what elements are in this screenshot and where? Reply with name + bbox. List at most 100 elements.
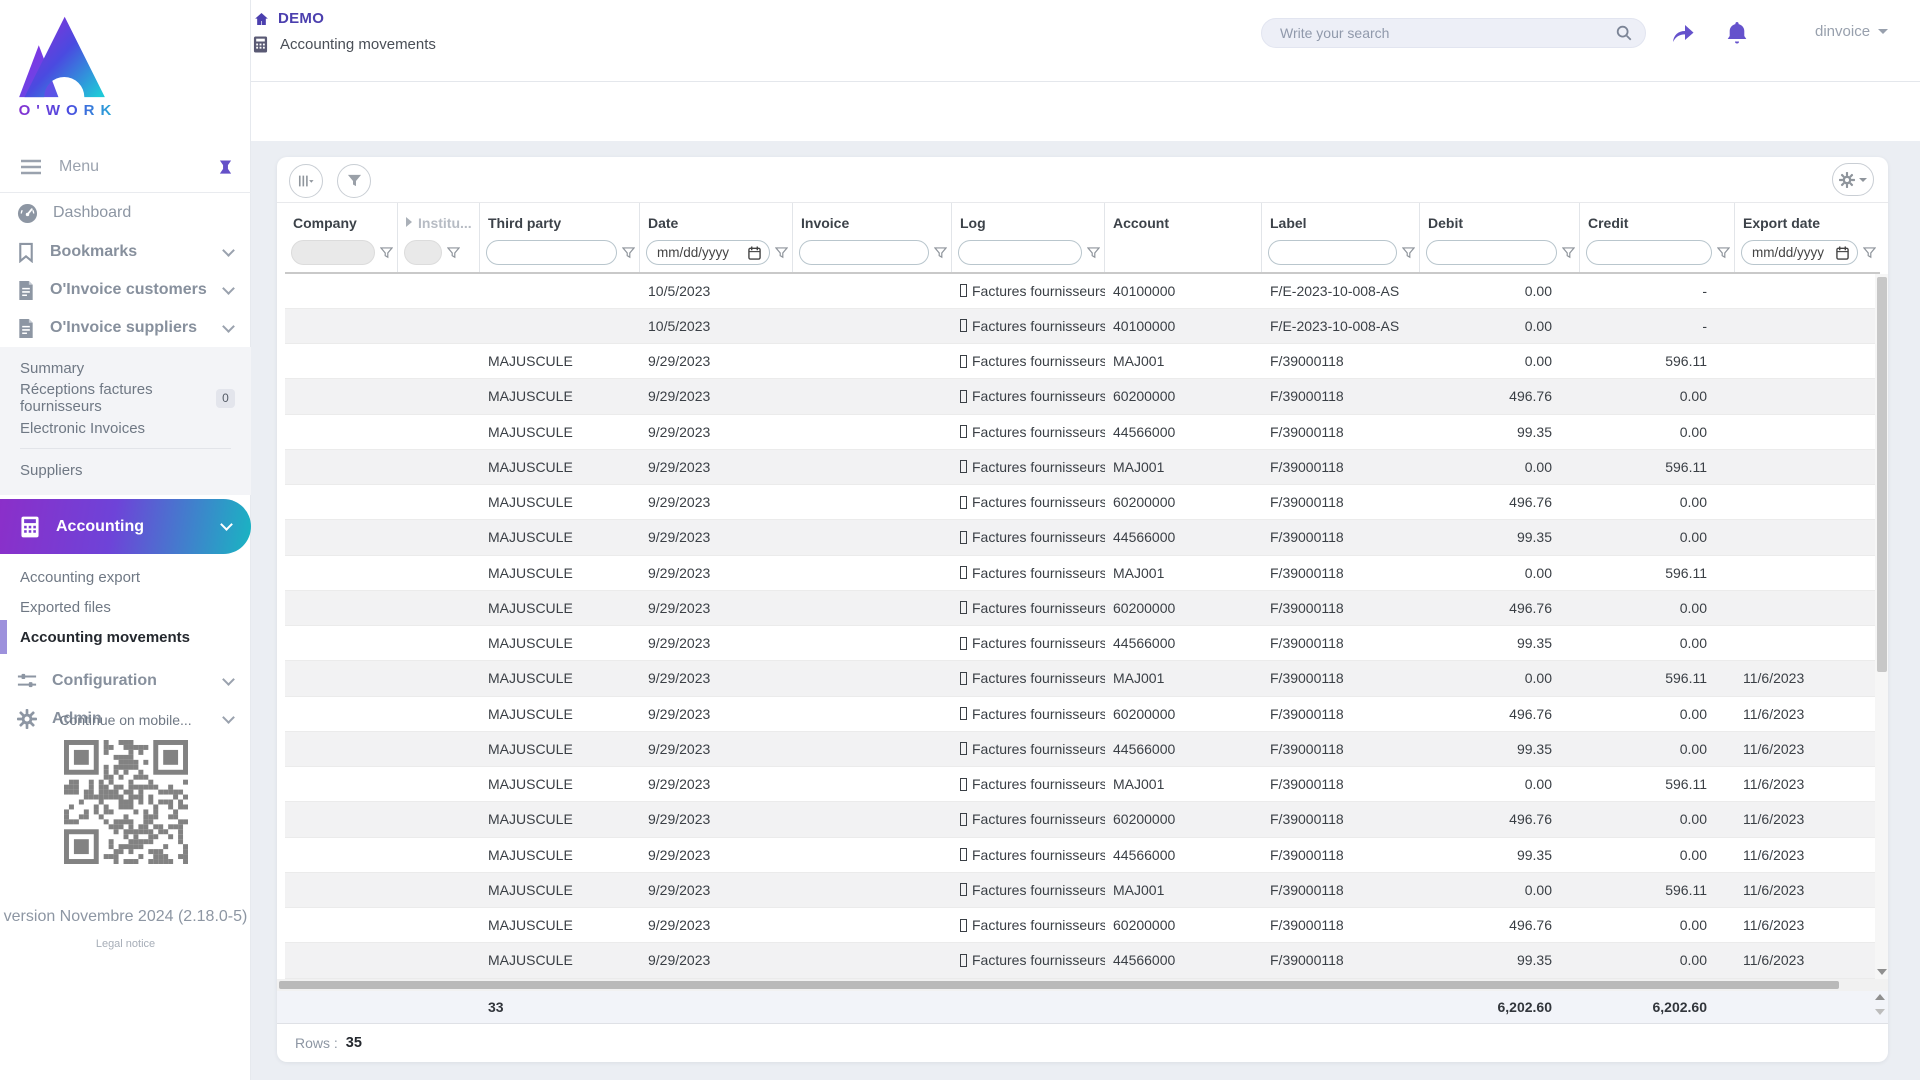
label-filter-input[interactable]: [1268, 240, 1397, 265]
sidebar-item-dashboard[interactable]: Dashboard: [0, 193, 251, 233]
table-row[interactable]: MAJUSCULE 9/29/2023 Factures fournisseurs 4…: [285, 943, 1880, 979]
invoice-filter-input[interactable]: [799, 240, 929, 265]
debit-filter-input[interactable]: [1426, 240, 1557, 265]
log-filter-input[interactable]: [958, 240, 1082, 265]
export-date-filter-input[interactable]: mm/dd/yyyy: [1741, 240, 1858, 265]
cell-export_date: 11/6/2023: [1743, 670, 1805, 687]
columns-button[interactable]: [289, 164, 323, 198]
scroll-down-icon[interactable]: [1877, 968, 1887, 975]
funnel-icon[interactable]: [1087, 246, 1100, 259]
column-header-export-date[interactable]: Export date: [1735, 203, 1880, 233]
scroll-up-icon[interactable]: [1875, 993, 1885, 1000]
sidebar-item-electronic-invoices[interactable]: Electronic Invoices: [0, 413, 251, 443]
missing-glyph-icon: [960, 777, 967, 791]
table-row[interactable]: MAJUSCULE 9/29/2023 Factures fournisseurs 4…: [285, 838, 1880, 873]
total-company: [285, 991, 398, 1024]
calendar-icon[interactable]: [1836, 246, 1849, 260]
sidebar-item-exported-files[interactable]: Exported files: [0, 592, 251, 622]
share-icon[interactable]: [1666, 16, 1700, 50]
table-row[interactable]: MAJUSCULE 9/29/2023 Factures fournisseurs 4…: [285, 731, 1880, 767]
funnel-icon[interactable]: [934, 246, 947, 259]
funnel-icon[interactable]: [1717, 246, 1730, 259]
table-row[interactable]: MAJUSCULE 9/29/2023 Factures fournisseurs M…: [285, 661, 1880, 697]
sidebar-item-suppliers[interactable]: Suppliers: [0, 455, 251, 485]
scrollbar-thumb[interactable]: [279, 980, 1839, 989]
column-header-label[interactable]: Label: [1262, 203, 1420, 233]
legal-notice-link[interactable]: Legal notice: [0, 938, 251, 950]
table-row[interactable]: 10/5/2023 Factures fournisseurs 40100000 F/…: [285, 274, 1880, 309]
sidebar-item-summary[interactable]: Summary: [0, 353, 251, 383]
table-row[interactable]: MAJUSCULE 9/29/2023 Factures fournisseurs M…: [285, 872, 1880, 908]
rows-count: 35: [345, 1035, 362, 1051]
column-header-debit[interactable]: Debit: [1420, 203, 1580, 233]
sidebar-item-configuration[interactable]: Configuration: [0, 662, 251, 700]
sidebar-item-label: Summary: [20, 359, 85, 377]
table-row[interactable]: 10/5/2023 Factures fournisseurs 40100000 F/…: [285, 308, 1880, 344]
sidebar-item-accounting[interactable]: Accounting: [0, 499, 251, 554]
column-header-company[interactable]: Company: [285, 203, 398, 233]
table-row[interactable]: MAJUSCULE 9/29/2023 Factures fournisseurs 6…: [285, 802, 1880, 838]
sidebar-item-label: Accounting: [56, 517, 144, 535]
funnel-icon[interactable]: [1562, 246, 1575, 259]
filter-button[interactable]: [337, 164, 371, 198]
table-row[interactable]: MAJUSCULE 9/29/2023 Factures fournisseurs M…: [285, 556, 1880, 591]
cell-date: 9/29/2023: [648, 952, 711, 969]
column-header-date[interactable]: Date: [640, 203, 793, 233]
table-settings-button[interactable]: [1832, 163, 1874, 196]
table-row[interactable]: MAJUSCULE 9/29/2023 Factures fournisseurs 4…: [285, 520, 1880, 556]
column-expand-icon[interactable]: [406, 217, 412, 227]
hamburger-icon[interactable]: [20, 159, 42, 175]
filter-institution: [398, 233, 480, 272]
cell-debit: 0.00: [1524, 564, 1552, 581]
sidebar-item-oinvoice-customers[interactable]: O'Invoice customers: [0, 271, 251, 309]
column-header-third-party[interactable]: Third party: [480, 203, 640, 233]
sidebar-item-accounting-export[interactable]: Accounting export: [0, 562, 251, 592]
horizontal-scrollbar[interactable]: [277, 978, 1888, 991]
table-row[interactable]: MAJUSCULE 9/29/2023 Factures fournisseurs 6…: [285, 485, 1880, 521]
chevron-down-icon: [222, 672, 235, 686]
sidebar-item-accounting-movements[interactable]: Accounting movements: [0, 620, 251, 654]
sidebar-item-receptions[interactable]: Réceptions factures fournisseurs 0: [0, 381, 251, 415]
sidebar-item-oinvoice-suppliers[interactable]: O'Invoice suppliers: [0, 309, 251, 347]
funnel-icon[interactable]: [380, 246, 393, 259]
cell-date: 10/5/2023: [648, 282, 711, 299]
column-header-account[interactable]: Account: [1105, 203, 1262, 233]
column-header-credit[interactable]: Credit: [1580, 203, 1735, 233]
column-header-institution[interactable]: Institu...: [398, 203, 480, 233]
scroll-down-icon[interactable]: [1875, 1008, 1885, 1015]
table-row[interactable]: MAJUSCULE 9/29/2023 Factures fournisseurs M…: [285, 767, 1880, 803]
pin-icon[interactable]: [218, 159, 233, 175]
table-row[interactable]: MAJUSCULE 9/29/2023 Factures fournisseurs 6…: [285, 908, 1880, 944]
funnel-icon[interactable]: [447, 246, 460, 259]
funnel-icon[interactable]: [1863, 246, 1876, 259]
user-menu[interactable]: dinvoice: [1815, 16, 1889, 46]
funnel-icon[interactable]: [775, 246, 788, 259]
cell-export_date: [1735, 379, 1880, 413]
scrollbar-thumb[interactable]: [1876, 276, 1887, 672]
breadcrumb[interactable]: DEMO: [253, 10, 324, 27]
cell-credit: 0.00: [1679, 917, 1707, 934]
cell-invoice: [793, 661, 952, 695]
column-header-log[interactable]: Log: [952, 203, 1105, 233]
cell-export_date: 11/6/2023: [1743, 776, 1805, 793]
table-row[interactable]: MAJUSCULE 9/29/2023 Factures fournisseurs M…: [285, 449, 1880, 485]
notifications-bell-icon[interactable]: [1720, 16, 1754, 50]
search-input[interactable]: [1280, 25, 1615, 41]
date-filter-input[interactable]: mm/dd/yyyy: [646, 240, 770, 265]
funnel-icon[interactable]: [622, 246, 635, 259]
column-header-invoice[interactable]: Invoice: [793, 203, 952, 233]
table-row[interactable]: MAJUSCULE 9/29/2023 Factures fournisseurs 6…: [285, 590, 1880, 626]
calendar-icon[interactable]: [748, 246, 761, 260]
table-row[interactable]: MAJUSCULE 9/29/2023 Factures fournisseurs 4…: [285, 626, 1880, 662]
table-row[interactable]: MAJUSCULE 9/29/2023 Factures fournisseurs 6…: [285, 697, 1880, 732]
cell-date: 9/29/2023: [648, 811, 711, 828]
credit-filter-input[interactable]: [1586, 240, 1712, 265]
table-row[interactable]: MAJUSCULE 9/29/2023 Factures fournisseurs M…: [285, 344, 1880, 380]
table-row[interactable]: MAJUSCULE 9/29/2023 Factures fournisseurs 6…: [285, 379, 1880, 415]
vertical-scrollbar[interactable]: [1875, 273, 1888, 979]
sidebar-item-bookmarks[interactable]: O'Invoice customers Bookmarks: [0, 233, 251, 271]
third-party-filter-input[interactable]: [486, 240, 617, 265]
funnel-icon[interactable]: [1402, 246, 1415, 259]
search-icon[interactable]: [1615, 24, 1633, 42]
table-row[interactable]: MAJUSCULE 9/29/2023 Factures fournisseurs 4…: [285, 415, 1880, 450]
